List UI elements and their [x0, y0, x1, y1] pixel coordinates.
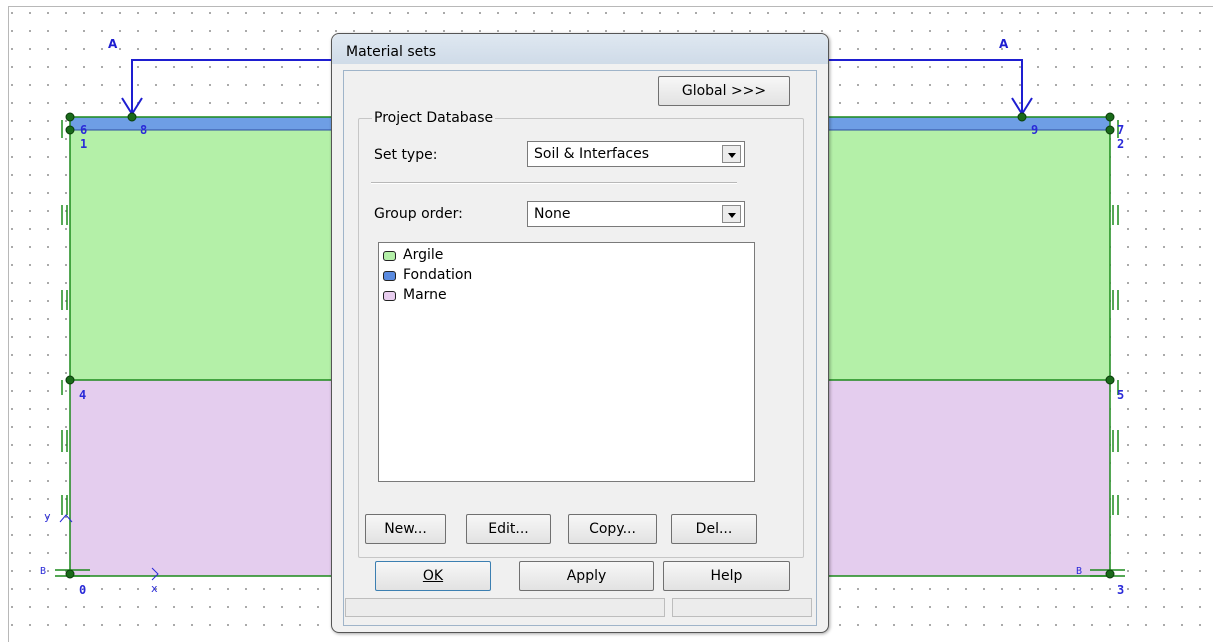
- material-name: Marne: [403, 287, 447, 303]
- project-database-title: Project Database: [372, 110, 496, 126]
- ok-button[interactable]: OK: [375, 561, 491, 591]
- load-label-a-right: A: [999, 37, 1009, 51]
- dialog-title: Material sets: [346, 44, 437, 60]
- status-bar-right: [672, 598, 812, 617]
- set-type-value: Soil & Interfaces: [534, 146, 650, 162]
- node-label-0: 0: [79, 583, 87, 597]
- load-label-a-left: A: [108, 37, 118, 51]
- node-label-9: 9: [1031, 123, 1039, 137]
- material-list[interactable]: Argile Fondation Marne: [378, 242, 755, 482]
- group-order-select[interactable]: None: [527, 201, 745, 227]
- node-label-1: 1: [80, 137, 88, 151]
- color-swatch-icon: [383, 291, 396, 301]
- ok-button-label: OK: [422, 568, 444, 584]
- new-button[interactable]: New...: [365, 514, 446, 544]
- y-axis-label: y: [44, 510, 51, 523]
- dialog-client-area: Global >>> Project Database Set type: So…: [343, 70, 817, 626]
- copy-button[interactable]: Copy...: [568, 514, 657, 544]
- node-label-5: 5: [1117, 388, 1125, 402]
- global-button[interactable]: Global >>>: [658, 76, 790, 106]
- x-axis-label: x: [151, 582, 158, 595]
- fixity-label-b-right: B: [1076, 566, 1083, 577]
- chevron-down-icon: [722, 145, 741, 163]
- color-swatch-icon: [383, 251, 396, 261]
- node-label-6: 6: [80, 123, 88, 137]
- apply-button-label: Apply: [566, 568, 607, 584]
- left-fixity-marks: [61, 120, 68, 515]
- status-bar-left: [345, 598, 665, 617]
- right-fixity-marks: [1112, 120, 1119, 515]
- apply-button[interactable]: Apply: [519, 561, 654, 591]
- del-button[interactable]: Del...: [671, 514, 757, 544]
- group-order-label: Group order:: [374, 206, 463, 222]
- node-label-4: 4: [79, 388, 87, 402]
- node-label-7: 7: [1117, 123, 1125, 137]
- fixity-label-b-left: B: [40, 566, 47, 577]
- material-name: Fondation: [403, 267, 473, 283]
- divider: [371, 182, 737, 184]
- set-type-select[interactable]: Soil & Interfaces: [527, 141, 745, 167]
- color-swatch-icon: [383, 271, 396, 281]
- group-order-value: None: [534, 206, 571, 222]
- chevron-down-icon: [722, 205, 741, 223]
- node-label-8: 8: [140, 123, 148, 137]
- node-label-3: 3: [1117, 583, 1125, 597]
- project-database-group: Project Database Set type: Soil & Interf…: [358, 110, 804, 558]
- edit-button[interactable]: Edit...: [466, 514, 551, 544]
- node-label-2: 2: [1117, 137, 1125, 151]
- material-sets-dialog: Material sets Global >>> Project Databas…: [331, 33, 829, 633]
- dialog-title-bar[interactable]: Material sets: [332, 34, 828, 64]
- help-button[interactable]: Help: [663, 561, 790, 591]
- set-type-label: Set type:: [374, 147, 438, 163]
- help-button-label: Help: [710, 568, 743, 584]
- material-name: Argile: [403, 247, 444, 263]
